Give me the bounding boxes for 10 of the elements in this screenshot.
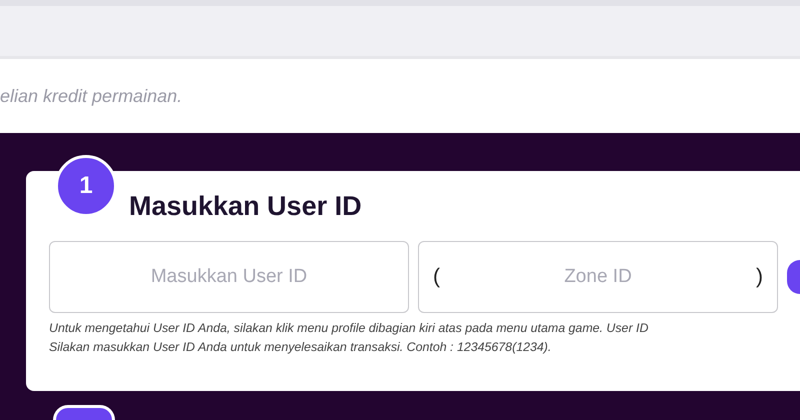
help-text: Silakan masukkan User ID Anda untuk menyelesaikan transaksi. Contoh : 12345678(1234). [49,339,552,356]
user-id-field[interactable]: Masukkan User ID [49,241,409,313]
help-button[interactable] [787,260,800,294]
zone-id-input[interactable]: Zone ID [440,265,756,289]
step-badge [53,405,115,420]
step-number: 1 [55,155,117,217]
intro-text: elian kredit permainan. [0,86,182,106]
zone-id-field[interactable]: ( Zone ID ) [418,241,778,313]
help-text: Untuk mengetahui User ID Anda, silakan klik menu profile dibagian kiri atas pada menu utama game. User ID [49,320,650,337]
step-title: Masukkan User ID [129,190,362,222]
